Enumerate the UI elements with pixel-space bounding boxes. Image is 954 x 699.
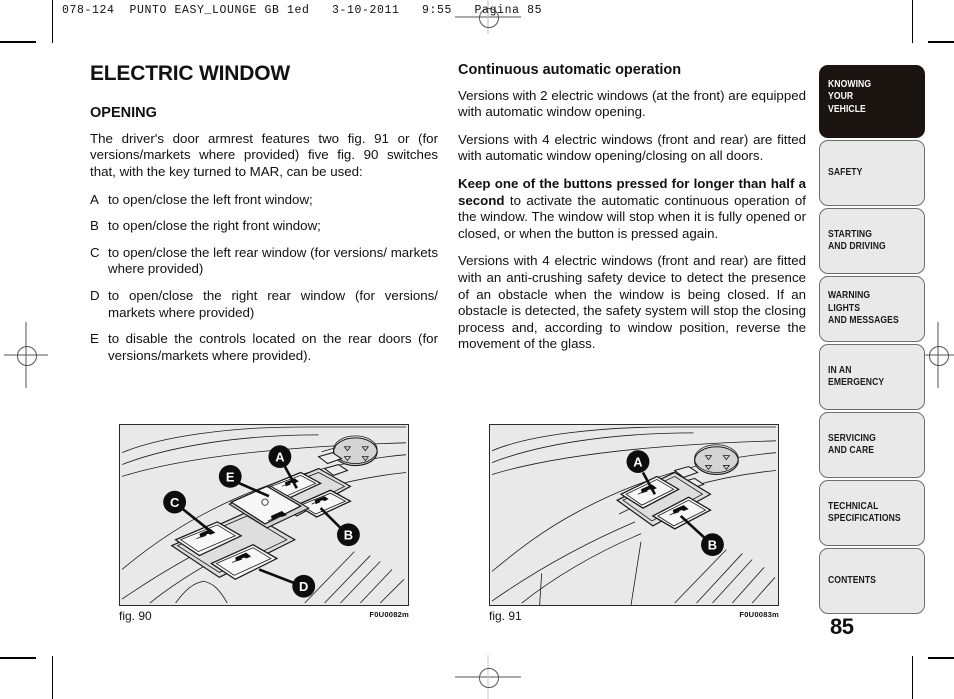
callout-C: C bbox=[163, 490, 187, 514]
page-number: 85 bbox=[830, 614, 854, 639]
crop-mark-bottom-left bbox=[0, 657, 36, 659]
sidebar-item-label: CONTENTS bbox=[828, 574, 876, 586]
list-item-letter: C bbox=[90, 244, 100, 260]
svg-text:B: B bbox=[344, 528, 353, 543]
crop-rule-left-bottom bbox=[52, 656, 53, 699]
section-heading-opening: OPENING bbox=[90, 105, 157, 122]
sidebar-item-label: IN AN EMERGENCY bbox=[828, 364, 885, 388]
svg-text:B: B bbox=[708, 538, 717, 553]
figure-90-illustration: .ln{fill:none;stroke:#1a1a1a;} .thin{str… bbox=[121, 426, 407, 604]
figure-90: .ln{fill:none;stroke:#1a1a1a;} .thin{str… bbox=[119, 424, 409, 623]
sidebar-item-label: TECHNICAL SPECIFICATIONS bbox=[828, 500, 901, 524]
list-item: A to open/close the left front window; bbox=[90, 192, 438, 209]
list-item-text: to open/close the left rear window (for … bbox=[108, 244, 438, 277]
sidebar-item-in-an-emergency[interactable]: IN AN EMERGENCY bbox=[819, 344, 925, 410]
opening-intro-paragraph: The driver's door armrest features two f… bbox=[90, 130, 438, 179]
callout-A: A bbox=[268, 445, 292, 469]
figure-91-illustration: .l2{fill:none;stroke:#1a1a1a;stroke-widt… bbox=[491, 426, 777, 605]
figure-91: .l2{fill:none;stroke:#1a1a1a;stroke-widt… bbox=[489, 424, 779, 623]
list-item-text: to open/close the left front window; bbox=[108, 191, 313, 207]
svg-text:A: A bbox=[275, 450, 284, 465]
paragraph-versions-4-windows: Versions with 4 electric windows (front … bbox=[458, 131, 806, 164]
figure-90-code: F0U0082m bbox=[369, 610, 409, 619]
paragraph-remainder: to activate the automatic continuous ope… bbox=[458, 192, 806, 241]
list-item-letter: A bbox=[90, 191, 99, 207]
crop-rule-left bbox=[52, 0, 53, 43]
callout-E: E bbox=[218, 465, 242, 488]
sidebar-item-technical-specifications[interactable]: TECHNICAL SPECIFICATIONS bbox=[819, 480, 925, 546]
right-column: Continuous automatic operation Versions … bbox=[458, 62, 806, 364]
svg-text:A: A bbox=[633, 455, 642, 470]
callout-B: B bbox=[701, 533, 724, 557]
sidebar-item-label: STARTING AND DRIVING bbox=[828, 228, 886, 252]
crop-rule-right-bottom bbox=[912, 656, 913, 699]
list-item: B to open/close the right front window; bbox=[90, 218, 438, 235]
sidebar-item-label: KNOWING YOUR VEHICLE bbox=[828, 79, 872, 115]
sidebar-chapter-tabs: KNOWING YOUR VEHICLE SAFETY STARTING AND… bbox=[819, 65, 925, 616]
list-item: C to open/close the left rear window (fo… bbox=[90, 245, 438, 278]
left-column: ELECTRIC WINDOW OPENING The driver's doo… bbox=[90, 62, 438, 374]
paragraph-versions-2-windows: Versions with 2 electric windows (at the… bbox=[458, 87, 806, 120]
list-item-text: to open/close the right rear window (for… bbox=[108, 287, 438, 320]
sidebar-item-contents[interactable]: CONTENTS bbox=[819, 548, 925, 614]
list-item: E to disable the controls located on the… bbox=[90, 331, 438, 364]
callout-B: B bbox=[336, 523, 360, 547]
registration-mark-bottom bbox=[455, 655, 521, 699]
sidebar-item-servicing-and-care[interactable]: SERVICING AND CARE bbox=[819, 412, 925, 478]
sidebar-item-starting-and-driving[interactable]: STARTING AND DRIVING bbox=[819, 208, 925, 274]
section-heading-continuous-automatic-operation: Continuous automatic operation bbox=[458, 62, 682, 78]
callout-D: D bbox=[292, 574, 316, 598]
figure-91-code: F0U0083m bbox=[739, 610, 779, 619]
sidebar-item-safety[interactable]: SAFETY bbox=[819, 140, 925, 206]
list-item-letter: D bbox=[90, 287, 100, 303]
registration-mark-left bbox=[4, 322, 48, 388]
page-title: ELECTRIC WINDOW bbox=[90, 62, 290, 85]
figure-91-caption: fig. 91 bbox=[489, 609, 522, 623]
switch-function-list: A to open/close the left front window; B… bbox=[90, 192, 438, 365]
paragraph-keep-button-pressed: Keep one of the buttons pressed for long… bbox=[458, 176, 806, 242]
sidebar-item-warning-lights-and-messages[interactable]: WARNING LIGHTS AND MESSAGES bbox=[819, 276, 925, 342]
crop-rule-right bbox=[912, 0, 913, 43]
figure-90-frame: .ln{fill:none;stroke:#1a1a1a;} .thin{str… bbox=[119, 424, 409, 606]
crop-mark-top-left bbox=[0, 41, 36, 43]
svg-text:C: C bbox=[170, 495, 179, 510]
crop-mark-top-right bbox=[928, 41, 954, 43]
list-item: D to open/close the right rear window (f… bbox=[90, 288, 438, 321]
sidebar-item-label: SAFETY bbox=[828, 166, 863, 178]
list-item-letter: E bbox=[90, 331, 99, 347]
page-header-text: 078-124 PUNTO EASY_LOUNGE GB 1ed 3-10-20… bbox=[62, 4, 543, 17]
paragraph-anti-crushing: Versions with 4 electric windows (front … bbox=[458, 253, 806, 352]
crop-mark-bottom-right bbox=[928, 657, 954, 659]
sidebar-item-label: SERVICING AND CARE bbox=[828, 432, 876, 456]
callout-A: A bbox=[626, 450, 650, 473]
sidebar-item-knowing-your-vehicle[interactable]: KNOWING YOUR VEHICLE bbox=[819, 65, 925, 138]
svg-text:E: E bbox=[226, 469, 235, 484]
list-item-text: to open/close the right front window; bbox=[108, 218, 321, 234]
sidebar-item-label: WARNING LIGHTS AND MESSAGES bbox=[828, 290, 899, 327]
figure-90-caption: fig. 90 bbox=[119, 609, 152, 623]
list-item-letter: B bbox=[90, 218, 99, 234]
list-item-text: to disable the controls located on the r… bbox=[108, 331, 438, 363]
svg-text:D: D bbox=[299, 579, 308, 594]
figure-91-frame: .l2{fill:none;stroke:#1a1a1a;stroke-widt… bbox=[489, 424, 779, 606]
